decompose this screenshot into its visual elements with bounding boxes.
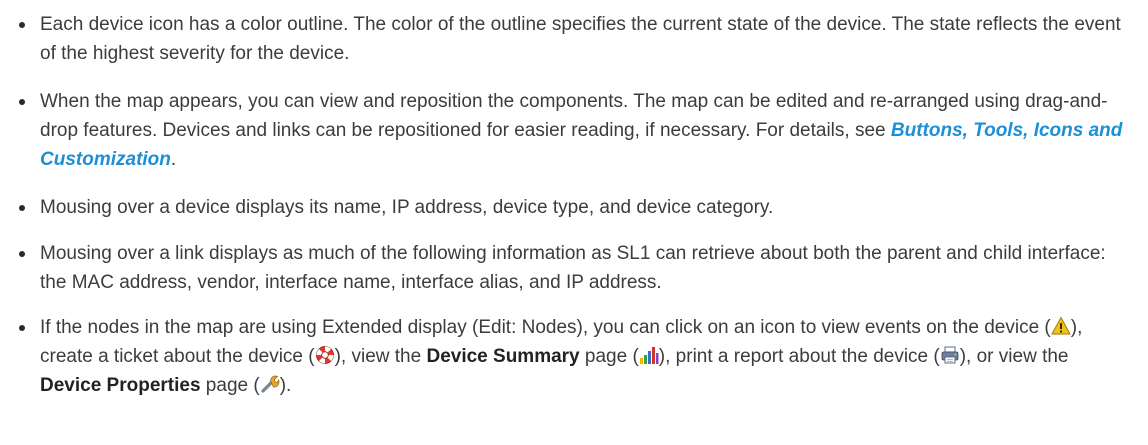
printer-icon	[940, 345, 960, 365]
bar-chart-icon	[639, 345, 659, 365]
bullet-item-extended-display: If the nodes in the map are using Extend…	[0, 313, 1148, 400]
text-part: ), view the	[334, 346, 427, 367]
text-part: page (	[200, 375, 260, 396]
device-summary-label: Device Summary	[426, 346, 580, 367]
bullet-dot	[19, 325, 25, 331]
bullet-item-reposition: When the map appears, you can view and r…	[0, 87, 1148, 174]
warning-icon	[1050, 316, 1071, 336]
bullet-dot	[19, 251, 25, 257]
bullet-list: Each device icon has a color outline. Th…	[0, 10, 1148, 400]
bullet-text: Mousing over a link displays as much of …	[40, 243, 1106, 293]
device-properties-label: Device Properties	[40, 375, 201, 396]
bullet-item-color-outline: Each device icon has a color outline. Th…	[0, 10, 1148, 68]
bullet-text-end: .	[170, 149, 177, 170]
text-part: If the nodes in the map are using Extend…	[40, 317, 1051, 338]
bullet-item-mouse-link: Mousing over a link displays as much of …	[0, 239, 1148, 297]
bullet-dot	[19, 22, 25, 28]
lifebuoy-icon	[315, 345, 335, 365]
bullet-text: Mousing over a device displays its name,…	[40, 197, 774, 218]
text-part: ), print a report about the device (	[658, 346, 940, 367]
document-body: Each device icon has a color outline. Th…	[0, 0, 1148, 400]
wrench-icon	[260, 374, 280, 394]
bullet-dot	[19, 205, 25, 211]
bullet-dot	[19, 99, 25, 105]
text-part: ), or view the	[959, 346, 1069, 367]
text-part: page (	[579, 346, 639, 367]
bullet-text: Each device icon has a color outline. Th…	[40, 14, 1121, 64]
text-part: ).	[279, 375, 292, 396]
bullet-item-mouse-device: Mousing over a device displays its name,…	[0, 193, 1148, 222]
